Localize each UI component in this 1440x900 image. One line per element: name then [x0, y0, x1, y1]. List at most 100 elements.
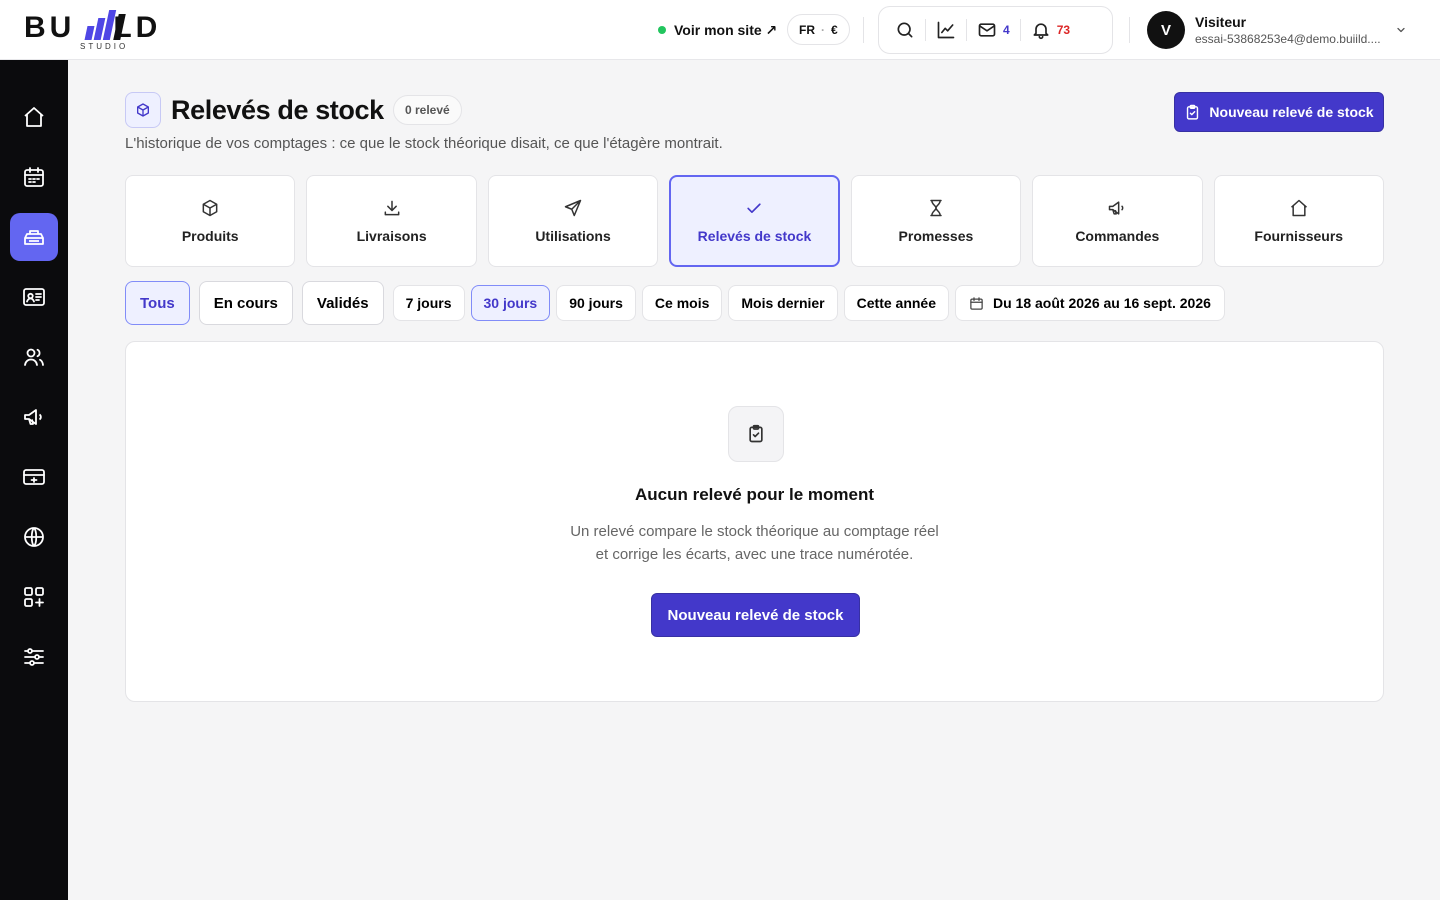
house-icon — [1289, 198, 1309, 218]
sidebar-item-calendar[interactable] — [10, 153, 58, 201]
tile-usages[interactable]: Utilisations — [487, 175, 659, 267]
tile-orders[interactable]: Commandes — [1032, 175, 1203, 267]
filter-period-last-month[interactable]: Mois dernier — [728, 285, 838, 321]
mail-icon — [977, 20, 997, 40]
filter-period-7-days[interactable]: 7 jours — [392, 285, 465, 321]
notifications-count: 73 — [1056, 23, 1071, 37]
filter-status-validated[interactable]: Validés — [301, 281, 384, 325]
currency-symbol: € — [831, 22, 838, 37]
apps-add-icon — [22, 585, 46, 609]
megaphone-icon — [1107, 198, 1127, 218]
tile-promises[interactable]: Promesses — [850, 175, 1022, 267]
visit-site-label: Voir mon site ↗ — [674, 21, 778, 38]
filter-status-all[interactable]: Tous — [125, 281, 190, 325]
search-icon — [895, 20, 915, 40]
empty-state-new-stock-count-button[interactable]: Nouveau relevé de stock — [651, 593, 860, 637]
page-icon — [125, 92, 161, 128]
logo-text-left: BU — [24, 11, 76, 44]
home-icon — [22, 105, 46, 129]
user-email: essai-53868253e4@demo.buiild.... — [1195, 32, 1381, 46]
user-name: Visiteur — [1195, 14, 1247, 30]
logo-subtitle: STUDIO — [80, 42, 129, 51]
globe-icon — [22, 525, 46, 549]
empty-state-description: Un relevé compare le stock théorique au … — [126, 520, 1383, 566]
brand-logo[interactable]: BU LD STUDIO — [24, 8, 184, 52]
messages-button[interactable]: 4 — [967, 14, 1020, 46]
box-icon — [200, 198, 220, 218]
messages-count: 4 — [1003, 23, 1010, 37]
bell-icon — [1031, 20, 1051, 40]
filter-period-this-year[interactable]: Cette année — [843, 285, 949, 321]
empty-state-line-1: Un relevé compare le stock théorique au … — [570, 523, 939, 540]
sidebar-item-payments[interactable] — [10, 453, 58, 501]
top-bar: BULD STUDIO Voir mon site ↗ FR · € 4 73 — [0, 0, 1440, 60]
online-status-dot — [658, 26, 666, 34]
tile-label: Utilisations — [535, 228, 611, 244]
date-range-label: Du 18 août 2026 au 16 sept. 2026 — [993, 295, 1211, 311]
tile-label: Promesses — [898, 228, 974, 244]
hourglass-icon — [926, 198, 946, 218]
payment-icon — [22, 465, 46, 489]
search-button[interactable] — [885, 14, 925, 46]
empty-state-title: Aucun relevé pour le moment — [635, 485, 874, 504]
page-subtitle: L'historique de vos comptages : ce que l… — [125, 135, 723, 152]
filter-period-30-days[interactable]: 30 jours — [470, 285, 551, 321]
calendar-icon — [969, 296, 984, 311]
settings-sliders-icon — [22, 645, 46, 669]
avatar: V — [1147, 11, 1185, 49]
section-tiles: Produits Livraisons Utilisations Relevés… — [125, 175, 1384, 267]
clipboard-check-icon — [1184, 104, 1201, 121]
count-badge: 0 relevé — [393, 95, 462, 125]
language-code: FR — [799, 22, 815, 37]
filter-period-this-month[interactable]: Ce mois — [641, 285, 723, 321]
analytics-button[interactable] — [926, 14, 966, 46]
sidebar-item-inventory[interactable] — [10, 213, 58, 261]
divider — [1129, 17, 1130, 43]
tile-label: Relevés de stock — [697, 228, 812, 244]
download-icon — [382, 198, 402, 218]
sidebar-item-website[interactable] — [10, 513, 58, 561]
tile-label: Commandes — [1075, 228, 1160, 244]
send-icon — [563, 198, 583, 218]
clipboard-check-icon — [746, 424, 766, 444]
chevron-down-icon[interactable] — [1395, 24, 1407, 36]
empty-state-icon-box — [728, 406, 784, 462]
tile-label: Livraisons — [356, 228, 427, 244]
sidebar — [0, 60, 68, 900]
box-icon — [135, 102, 151, 118]
tile-suppliers[interactable]: Fournisseurs — [1213, 175, 1384, 267]
sidebar-item-settings[interactable] — [10, 633, 58, 681]
tile-stock-counts[interactable]: Relevés de stock — [669, 175, 840, 267]
new-stock-count-label: Nouveau relevé de stock — [1209, 104, 1374, 120]
calendar-icon — [22, 165, 46, 189]
tile-products[interactable]: Produits — [125, 175, 296, 267]
filter-bar: Tous En cours Validés 7 jours 30 jours 9… — [125, 281, 1231, 325]
sidebar-item-contacts[interactable] — [10, 273, 58, 321]
filter-period-90-days[interactable]: 90 jours — [556, 285, 636, 321]
sidebar-item-apps[interactable] — [10, 573, 58, 621]
inventory-icon — [22, 225, 46, 249]
page-title: Relevés de stock — [171, 95, 384, 125]
tile-label: Produits — [181, 228, 239, 244]
sidebar-item-users[interactable] — [10, 333, 58, 381]
contact-card-icon — [22, 285, 46, 309]
language-currency-selector[interactable]: FR · € — [787, 14, 850, 45]
empty-state-line-2: et corrige les écarts, avec une trace nu… — [595, 546, 914, 563]
notifications-button[interactable]: 73 — [1021, 14, 1080, 46]
megaphone-icon — [22, 405, 46, 429]
chart-line-icon — [936, 20, 956, 40]
date-range-picker[interactable]: Du 18 août 2026 au 16 sept. 2026 — [955, 285, 1225, 321]
tile-deliveries[interactable]: Livraisons — [306, 175, 477, 267]
user-menu[interactable]: V Visiteur essai-53868253e4@demo.buiild.… — [1147, 11, 1391, 49]
new-stock-count-button[interactable]: Nouveau relevé de stock — [1174, 92, 1384, 132]
visit-site-link[interactable]: Voir mon site ↗ — [658, 18, 777, 42]
sidebar-item-home[interactable] — [10, 93, 58, 141]
filter-status-in-progress[interactable]: En cours — [198, 281, 293, 325]
empty-state-card: Aucun relevé pour le moment Un relevé co… — [125, 341, 1384, 702]
divider — [863, 17, 864, 43]
toolbar: 4 73 — [878, 6, 1113, 54]
logo-bars-icon — [84, 8, 126, 40]
check-icon — [744, 198, 764, 218]
sidebar-item-marketing[interactable] — [10, 393, 58, 441]
tile-label: Fournisseurs — [1254, 228, 1344, 244]
